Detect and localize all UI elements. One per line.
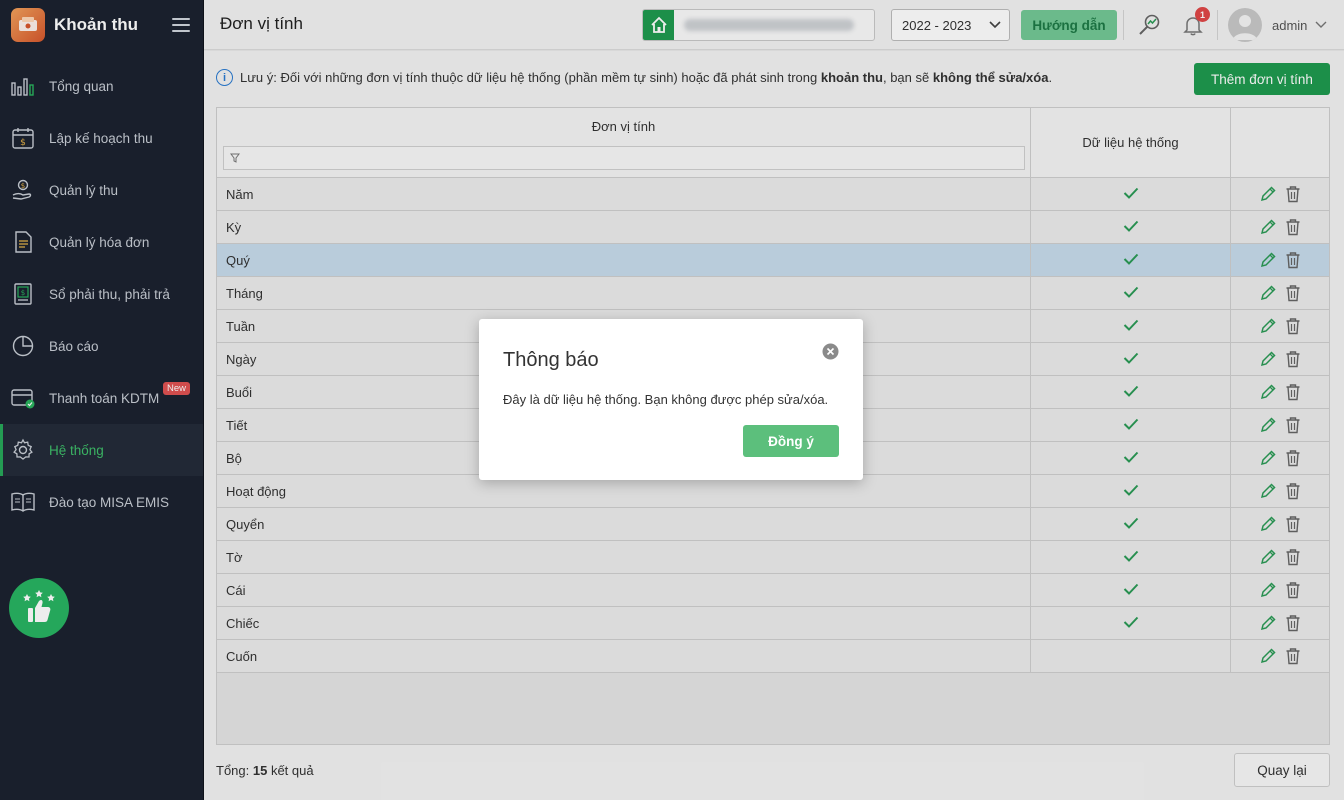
notification-dialog: Thông báo Đây là dữ liệu hệ thống. Bạn k… xyxy=(479,319,863,480)
dialog-message: Đây là dữ liệu hệ thống. Bạn không được … xyxy=(503,392,829,407)
dialog-title: Thông báo xyxy=(503,349,599,371)
confirm-button[interactable]: Đồng ý xyxy=(743,425,839,457)
close-icon[interactable] xyxy=(822,343,839,360)
